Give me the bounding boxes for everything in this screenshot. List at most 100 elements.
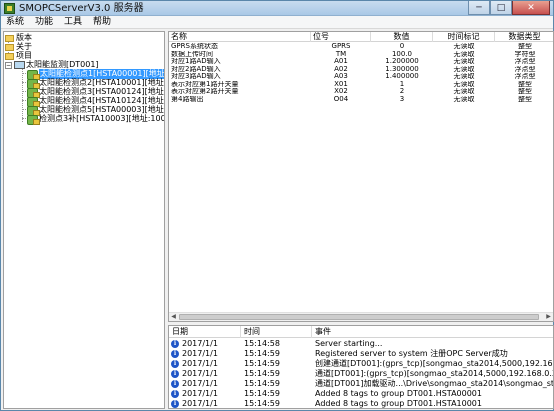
- cell-timestamp: 无读取: [453, 50, 475, 58]
- title-bar[interactable]: SMOPCServerV3.0 服务器 ─ □ ✕: [1, 1, 553, 16]
- scrollbar-thumb[interactable]: [179, 314, 539, 320]
- column-header-name[interactable]: 名称: [169, 32, 311, 42]
- window-controls: ─ □ ✕: [468, 1, 550, 15]
- column-header-timestamp[interactable]: 时间标记: [433, 32, 495, 42]
- table-row[interactable]: 表示对应第2路开关量 X02 2 无读取 整型: [169, 88, 553, 95]
- table-row[interactable]: GPRS系统状态 GPRS 0 无读取 整型: [169, 43, 553, 50]
- folder-icon: [5, 52, 14, 60]
- station-icon: [27, 106, 40, 116]
- cell-value: 1.300000: [385, 65, 419, 73]
- log-time: 15:14:59: [244, 359, 280, 368]
- log-row[interactable]: i 2017/1/1 15:14:59 创建通道[DT001]:(gprs_tcp)[…: [169, 359, 553, 369]
- close-button[interactable]: ✕: [512, 1, 550, 15]
- log-date: 2017/1/1: [182, 399, 218, 408]
- log-row[interactable]: i 2017/1/1 15:14:59 通道[DT001]加载驱动...\Drive\…: [169, 379, 554, 389]
- log-date: 2017/1/1: [182, 379, 218, 388]
- cell-datatype: 浮点型: [514, 58, 536, 65]
- info-icon: i: [171, 340, 179, 348]
- menu-tools[interactable]: 工具: [64, 16, 82, 28]
- log-row[interactable]: i 2017/1/1 15:14:59 通道[DT001]:(gprs_tcp)[so…: [169, 369, 553, 379]
- log-column-date[interactable]: 日期: [169, 326, 241, 338]
- menu-help[interactable]: 帮助: [93, 16, 111, 28]
- horizontal-scrollbar[interactable]: ◀ ▶: [169, 312, 553, 321]
- info-icon: i: [171, 390, 179, 398]
- log-event: 创建通道[DT001]:(gprs_tcp)[songmao_sta2014,5…: [315, 359, 553, 368]
- cell-datatype: 浮点型: [514, 65, 536, 73]
- log-event: Server starting...: [315, 339, 383, 348]
- cell-datatype: 整型: [518, 95, 532, 103]
- folder-icon: [5, 43, 14, 51]
- table-row[interactable]: 数据上传时间 TM 100.0 无读取 字符型: [169, 50, 553, 58]
- cell-timestamp: 无读取: [453, 58, 475, 65]
- info-icon: i: [171, 360, 179, 368]
- menu-function[interactable]: 功能: [35, 16, 53, 28]
- menu-bar: 系统 功能 工具 帮助: [1, 16, 553, 29]
- table-row[interactable]: 对应1路AD输入 A01 1.200000 无读取 浮点型: [169, 58, 553, 65]
- tree-item-label: 检测点3补[HSTA10003][地址:10003]: [39, 114, 165, 123]
- maximize-button[interactable]: □: [490, 1, 512, 15]
- cell-datatype: 整型: [518, 43, 532, 50]
- log-column-time[interactable]: 时间: [241, 326, 312, 338]
- log-time: 15:14:58: [244, 339, 280, 348]
- cell-timestamp: 无读取: [453, 88, 475, 95]
- info-icon: i: [171, 350, 179, 358]
- cell-value: 3: [399, 95, 405, 103]
- cell-datatype: 字符型: [514, 50, 536, 58]
- station-icon: [27, 97, 40, 107]
- log-event: 通道[DT001]加载驱动...\Drive\songmao_sta2014\s…: [315, 379, 554, 388]
- log-time: 15:14:59: [244, 369, 280, 378]
- tag-table: 名称 位号 数值 时间标记 数据类型 GPRS系统状态 GPRS 0 无读取 整型 数据上…: [168, 31, 554, 322]
- log-event: Registered server to system 注册OPC Server…: [315, 349, 508, 358]
- log-row[interactable]: i 2017/1/1 15:14:58 Server starting...: [169, 339, 553, 349]
- log-column-event[interactable]: 事件: [312, 326, 553, 338]
- scroll-left-icon[interactable]: ◀: [169, 313, 178, 321]
- cell-tag: A02: [334, 65, 348, 73]
- cell-timestamp: 无读取: [453, 65, 475, 73]
- tree-item-station[interactable]: 检测点3补[HSTA10003][地址:10003]: [27, 114, 165, 125]
- log-row[interactable]: i 2017/1/1 15:14:59 Added 8 tags to group D…: [169, 389, 553, 399]
- cell-timestamp: 无读取: [453, 43, 475, 50]
- table-row[interactable]: 第4路输出 O04 3 无读取 整型: [169, 95, 553, 103]
- cell-datatype: 整型: [518, 88, 532, 95]
- minimize-button[interactable]: ─: [468, 1, 490, 15]
- table-row[interactable]: 对应2路AD输入 A02 1.300000 无读取 浮点型: [169, 65, 553, 73]
- table-header: 名称 位号 数值 时间标记 数据类型: [169, 32, 553, 42]
- log-row[interactable]: i 2017/1/1 15:14:59 Registered server to sy…: [169, 349, 553, 359]
- cell-value: 1.200000: [385, 58, 419, 65]
- cell-value: 0: [399, 43, 405, 50]
- menu-system[interactable]: 系统: [6, 16, 24, 28]
- log-header: 日期 时间 事件: [169, 326, 553, 338]
- station-icon: [27, 115, 40, 125]
- cell-tag: TM: [335, 50, 347, 58]
- column-header-tag[interactable]: 位号: [311, 32, 371, 42]
- info-icon: i: [171, 370, 179, 378]
- cell-tag: X01: [334, 80, 348, 88]
- scroll-right-icon[interactable]: ▶: [544, 313, 553, 321]
- station-icon: [27, 88, 40, 98]
- table-row[interactable]: 表示对应第1路开关量 X01 1 无读取 整型: [169, 80, 553, 88]
- cell-name: 表示对应第2路开关量: [171, 88, 239, 95]
- table-row[interactable]: 对应3路AD输入 A03 1.400000 无读取 浮点型: [169, 73, 553, 80]
- log-date: 2017/1/1: [182, 369, 218, 378]
- collapse-icon[interactable]: −: [5, 61, 12, 69]
- info-icon: i: [171, 400, 179, 408]
- cell-value: 2: [399, 88, 405, 95]
- log-row[interactable]: i 2017/1/1 15:14:59 Added 8 tags to group D…: [169, 399, 553, 408]
- column-header-datatype[interactable]: 数据类型: [495, 32, 553, 42]
- cell-name: 对应2路AD输入: [171, 65, 221, 73]
- column-header-value[interactable]: 数值: [371, 32, 433, 42]
- cell-timestamp: 无读取: [453, 95, 475, 103]
- cell-value: 1.400000: [385, 73, 419, 80]
- log-date: 2017/1/1: [182, 389, 218, 398]
- cell-datatype: 整型: [518, 80, 532, 88]
- cell-name: 数据上传时间: [171, 50, 213, 58]
- cell-tag: O04: [333, 95, 349, 103]
- log-time: 15:14:59: [244, 349, 280, 358]
- log-time: 15:14:59: [244, 379, 280, 388]
- station-icon: [27, 70, 40, 80]
- log-date: 2017/1/1: [182, 359, 218, 368]
- app-window: SMOPCServerV3.0 服务器 ─ □ ✕ 系统 功能 工具 帮助 版本…: [0, 0, 554, 411]
- event-log: 日期 时间 事件 i 2017/1/1 15:14:58 Server startin…: [168, 325, 554, 409]
- folder-icon: [5, 34, 14, 42]
- cell-name: 第4路输出: [171, 95, 204, 103]
